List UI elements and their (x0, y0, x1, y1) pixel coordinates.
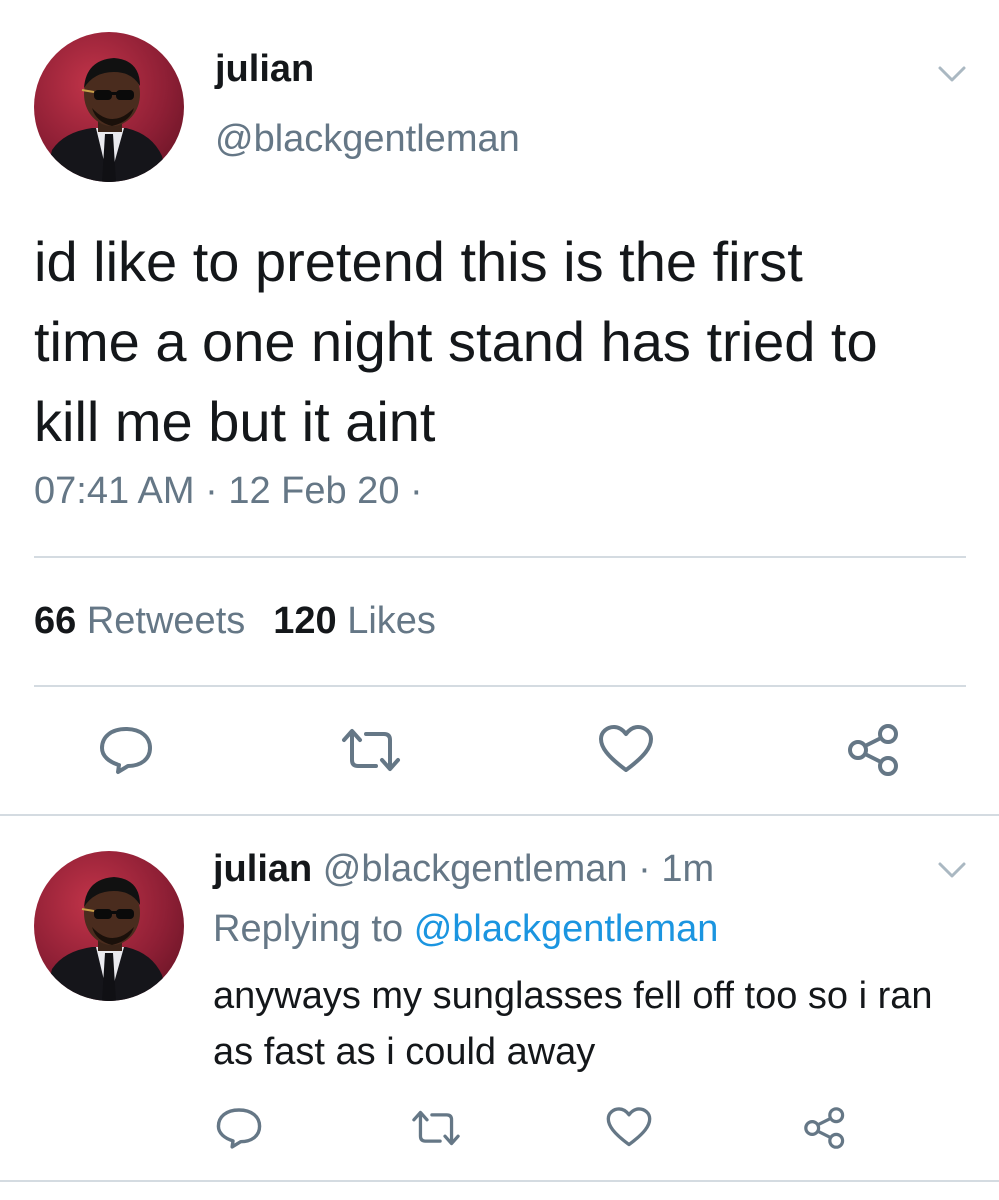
share-button[interactable] (800, 1104, 850, 1152)
retweet-arrows-icon (342, 729, 400, 771)
share-nodes-icon (848, 724, 898, 776)
reply-handle[interactable]: @blackgentleman (323, 848, 628, 890)
display-name[interactable]: julian (215, 48, 314, 91)
reply-bubble-icon (100, 727, 152, 774)
chevron-down-icon[interactable] (932, 54, 972, 94)
likes-stat[interactable]: 120 Likes (273, 600, 436, 642)
retweet-button[interactable] (408, 1106, 464, 1150)
avatar[interactable] (34, 32, 184, 182)
reply-button[interactable] (214, 1104, 264, 1152)
replying-prefix: Replying to (213, 908, 404, 950)
likes-label: Likes (347, 600, 436, 642)
divider (0, 1180, 999, 1182)
heart-icon (599, 725, 653, 772)
profile-photo (44, 58, 168, 182)
share-button[interactable] (844, 722, 904, 778)
main-tweet: julian @blackgentleman id like to preten… (0, 0, 999, 815)
like-button[interactable] (596, 722, 656, 778)
reply-text: anyways my sunglasses fell off too so i … (213, 975, 933, 1073)
retweet-button[interactable] (338, 724, 404, 776)
user-handle[interactable]: @blackgentleman (215, 118, 520, 161)
reply-bubble-icon (216, 1108, 262, 1149)
likes-count: 120 (273, 600, 337, 642)
reply-time[interactable]: 1m (661, 848, 714, 890)
reply-button[interactable] (96, 722, 156, 778)
avatar[interactable] (34, 851, 184, 1001)
retweet-arrows-icon (412, 1110, 460, 1146)
divider (0, 814, 999, 816)
like-button[interactable] (604, 1104, 654, 1152)
reply-display-name[interactable]: julian (213, 848, 312, 890)
chevron-down-icon[interactable] (932, 850, 972, 890)
heart-icon (606, 1107, 652, 1147)
reply-header: julian @blackgentleman · 1m (213, 848, 714, 891)
replying-to: Replying to @blackgentleman (213, 908, 718, 951)
profile-photo (44, 877, 168, 1001)
retweets-stat[interactable]: 66 Retweets (34, 600, 245, 642)
reply-separator: · (638, 848, 651, 890)
retweets-label: Retweets (86, 600, 246, 642)
divider (34, 556, 966, 558)
share-nodes-icon (804, 1107, 845, 1149)
retweets-count: 66 (34, 600, 77, 642)
tweet-timestamp[interactable]: 07:41 AM · 12 Feb 20 · (34, 470, 423, 513)
tweet-text: id like to pretend this is the first tim… (34, 230, 878, 453)
engagement-stats: 66 Retweets 120 Likes (34, 600, 436, 643)
replying-to-link[interactable]: @blackgentleman (414, 908, 719, 950)
divider (34, 685, 966, 687)
